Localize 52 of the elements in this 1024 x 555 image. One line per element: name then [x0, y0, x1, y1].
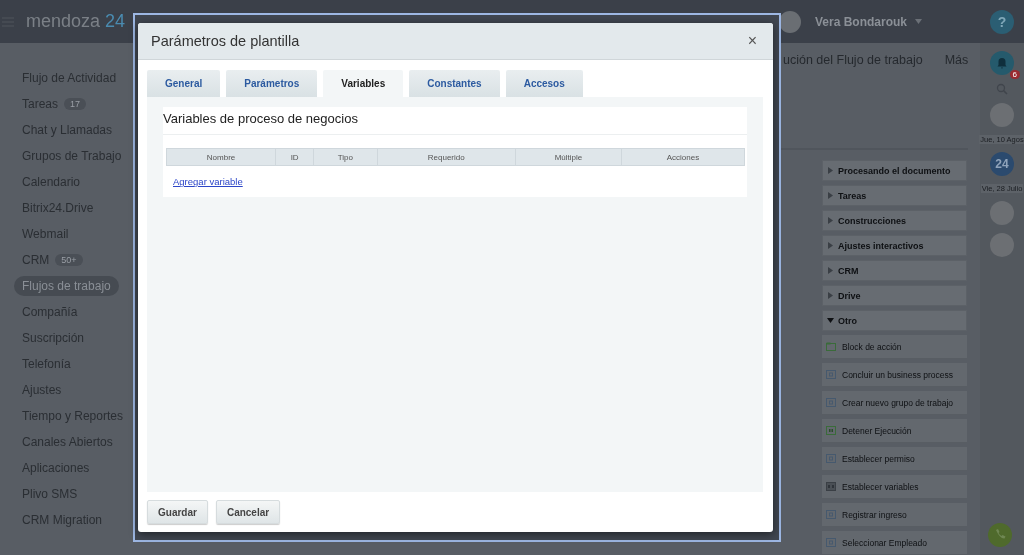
group-header[interactable]: Otro [822, 310, 967, 331]
avatar[interactable] [990, 103, 1014, 127]
group-header[interactable]: CRM [822, 260, 967, 281]
group-header[interactable]: Procesando el documento [822, 160, 967, 181]
variables-icon [826, 482, 836, 491]
tab[interactable]: Variables [323, 70, 404, 98]
block-icon [826, 342, 836, 351]
logo: mendoza 24 [26, 11, 126, 32]
activity-item[interactable]: Establecer permiso [822, 447, 967, 471]
chat-avatar[interactable]: 24 [990, 152, 1014, 176]
avatar[interactable] [990, 201, 1014, 225]
group-header[interactable]: Ajustes interactivos [822, 235, 967, 256]
notification-count: 6 [1009, 70, 1020, 79]
avatar[interactable] [990, 233, 1014, 257]
activity-item[interactable]: Block de acción [822, 335, 967, 359]
add-variable-link[interactable]: Agregar variable [173, 176, 243, 188]
tab[interactable]: Accesos [505, 70, 583, 98]
tab[interactable]: Constantes [409, 70, 500, 98]
user-name[interactable]: Vera Bondarouk [814, 14, 907, 29]
square-icon [826, 398, 836, 407]
column-header: Tipo [313, 148, 378, 166]
caret-icon[interactable] [915, 19, 922, 24]
section-title: Variables de proceso de negocios [163, 111, 747, 136]
dialog-button[interactable]: Cancelar [215, 500, 281, 524]
phone-button[interactable] [988, 523, 1012, 547]
activity-item[interactable]: Detener Ejecución [822, 419, 967, 443]
group-header[interactable]: Drive [822, 285, 967, 306]
pause-icon [826, 426, 836, 435]
column-header: Múltiple [515, 148, 622, 166]
group-header[interactable]: Tareas [822, 185, 967, 206]
activity-item[interactable]: Crear nuevo grupo de trabajo [822, 391, 967, 415]
bell-icon [996, 57, 1008, 69]
activity-item[interactable]: Seleccionar Empleado [822, 531, 967, 555]
tab[interactable]: Parámetros [226, 70, 318, 98]
activity-item[interactable]: Establecer variables [822, 475, 967, 499]
square-icon [826, 510, 836, 519]
group-header[interactable]: Construcciones [822, 210, 967, 231]
square-icon [826, 538, 836, 547]
square-icon [826, 454, 836, 463]
close-button[interactable]: × [747, 32, 757, 51]
tab[interactable]: General [147, 70, 221, 98]
dialog-button[interactable]: Guardar [147, 500, 208, 524]
column-header: Acciones [621, 148, 745, 166]
notification-button[interactable] [990, 51, 1014, 75]
help-button[interactable]: ? [990, 9, 1014, 34]
dialog-title: Parámetros de plantilla [151, 33, 301, 50]
activity-item[interactable]: Registrar ingreso [822, 503, 967, 527]
column-header: Nombre [166, 148, 276, 166]
column-header: Requerido [377, 148, 516, 166]
column-header: ID [275, 148, 314, 166]
activity-item[interactable]: Concluir un business process [822, 363, 967, 387]
square-icon [826, 370, 836, 379]
